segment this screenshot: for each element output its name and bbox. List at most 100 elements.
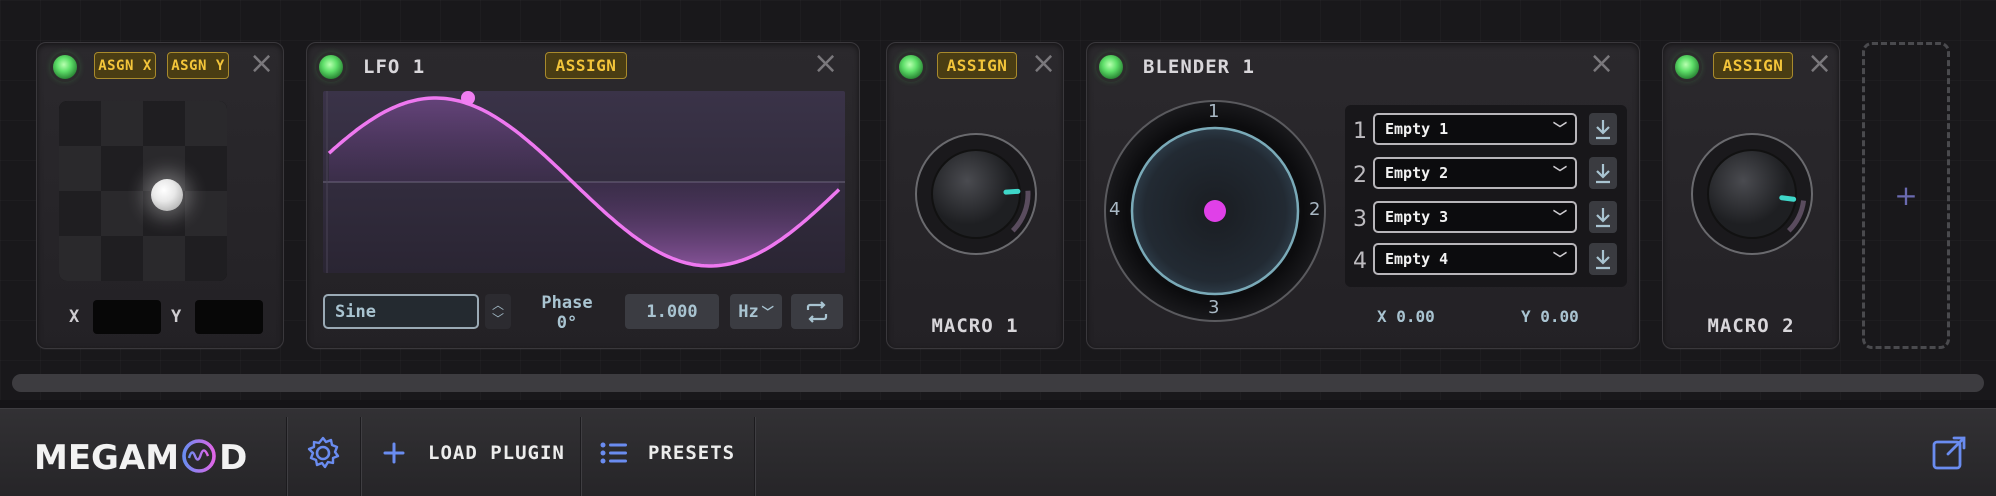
lfo-rate-unit: Hz <box>738 301 759 322</box>
lfo-waveform-svg <box>323 91 845 273</box>
macro-1-knob-svg <box>915 133 1037 255</box>
chevron-down-icon[interactable]: ﹀ <box>492 312 504 326</box>
blender-slot-select-2[interactable]: Empty 2 ﹀ <box>1373 157 1577 189</box>
slot-number: 2 <box>1353 163 1367 188</box>
macro-1-assign-button[interactable]: ASSIGN <box>937 52 1017 79</box>
list-icon <box>600 442 627 464</box>
chevron-up-icon[interactable]: ︿ <box>492 298 504 312</box>
lfo-assign-button[interactable]: ASSIGN <box>545 52 627 79</box>
blender-slot-list: 1 Empty 1 ﹀ 2 Empty 2 ﹀ 3 Empty 3 ﹀ 4 Empty… <box>1345 105 1627 287</box>
download-icon <box>1596 120 1610 140</box>
toolbar-divider <box>360 417 362 496</box>
lfo-phase-label: Phase <box>541 293 593 313</box>
lfo-rate-unit-select[interactable]: Hz ﹀ <box>730 294 782 329</box>
chevron-down-icon: ﹀ <box>1553 166 1567 182</box>
logo-wave-icon <box>182 438 216 473</box>
blender-slot-load-button-3[interactable] <box>1589 201 1617 233</box>
close-icon[interactable]: × <box>1031 49 1056 79</box>
chevron-down-icon: ﹀ <box>1553 210 1567 226</box>
assign-y-button[interactable]: ASGN Y <box>167 52 229 79</box>
lfo-title: LFO 1 <box>363 56 426 78</box>
download-icon <box>1596 164 1610 184</box>
slot-number: 3 <box>1353 207 1367 232</box>
megamod-logo: MEGAM D <box>34 437 248 478</box>
blender-title: BLENDER 1 <box>1143 56 1255 78</box>
blender-slot-select-4[interactable]: Empty 4 ﹀ <box>1373 243 1577 275</box>
download-icon <box>1596 250 1610 270</box>
xy-power-led[interactable] <box>53 55 77 79</box>
blender-slot-select-3[interactable]: Empty 3 ﹀ <box>1373 201 1577 233</box>
blender-pad[interactable]: 1 2 3 4 <box>1103 99 1327 323</box>
close-icon[interactable]: × <box>249 49 274 79</box>
download-icon <box>1596 208 1610 228</box>
close-icon[interactable]: × <box>1807 49 1832 79</box>
macro-1-power-led[interactable] <box>899 55 923 79</box>
macro-1-knob[interactable] <box>913 131 1039 257</box>
blender-pad-svg <box>1104 100 1326 322</box>
lfo-phase-marker[interactable] <box>461 91 475 105</box>
macro-2-label: MACRO 2 <box>1707 315 1795 337</box>
macro-2-knob-indicator <box>1779 195 1797 202</box>
macro-2-knob-svg <box>1691 133 1813 255</box>
slot-value: Empty 4 <box>1385 250 1449 268</box>
blender-position-dot[interactable] <box>1204 200 1226 222</box>
macro-2-module: ASSIGN × MACRO 2 <box>1662 42 1840 349</box>
y-value-field[interactable] <box>195 300 263 334</box>
external-window-icon <box>1932 436 1966 470</box>
presets-button[interactable]: PRESETS <box>600 431 750 475</box>
popout-window-button[interactable] <box>1930 431 1970 475</box>
plus-icon <box>383 442 405 464</box>
logo-text: MEGAM D <box>34 437 248 478</box>
blender-y-coordinate: Y 0.00 <box>1521 307 1579 326</box>
plus-icon: + <box>1894 179 1918 212</box>
blender-ring-label-1: 1 <box>1208 101 1220 122</box>
lfo-wave-fill-positive <box>329 98 839 182</box>
xy-puck[interactable] <box>151 179 183 211</box>
blender-slot-load-button-2[interactable] <box>1589 157 1617 189</box>
lfo-rate-field[interactable]: 1.000 <box>625 294 719 329</box>
gear-icon <box>307 436 340 469</box>
y-label: Y <box>171 307 182 327</box>
slot-number: 1 <box>1353 119 1367 144</box>
macro-1-module: ASSIGN × MACRO 1 <box>886 42 1064 349</box>
blender-slot-load-button-4[interactable] <box>1589 243 1617 275</box>
lfo-shape-stepper[interactable]: ︿ ﹀ <box>485 294 511 329</box>
toolbar-divider <box>580 417 582 496</box>
lfo-power-led[interactable] <box>319 55 343 79</box>
macro-2-assign-button[interactable]: ASSIGN <box>1713 52 1793 79</box>
blender-ring-label-2: 2 <box>1309 199 1321 220</box>
chevron-down-icon: ﹀ <box>1553 252 1567 268</box>
loop-icon <box>806 300 828 323</box>
x-value-field[interactable] <box>93 300 161 334</box>
blender-slot-select-1[interactable]: Empty 1 ﹀ <box>1373 113 1577 145</box>
chevron-down-icon: ﹀ <box>1553 122 1567 138</box>
slot-value: Empty 2 <box>1385 164 1449 182</box>
blender-slot-load-button-1[interactable] <box>1589 113 1617 145</box>
macro-2-knob[interactable] <box>1689 131 1815 257</box>
load-plugin-label: LOAD PLUGIN <box>428 442 565 464</box>
lfo-shape-select[interactable]: Sine <box>323 294 479 329</box>
close-icon[interactable]: × <box>813 49 838 79</box>
horizontal-scrollbar[interactable] <box>12 374 1984 392</box>
blender-ring-label-4: 4 <box>1109 199 1121 220</box>
toolbar-divider <box>754 417 756 496</box>
assign-x-button[interactable]: ASGN X <box>94 52 156 79</box>
x-label: X <box>69 307 80 327</box>
lfo-waveform-display[interactable] <box>323 91 845 273</box>
lfo-shape-value: Sine <box>335 301 376 322</box>
lfo-phase[interactable]: Phase 0° <box>527 293 607 333</box>
macro-1-label: MACRO 1 <box>931 315 1019 337</box>
blender-ring-label-3: 3 <box>1208 297 1220 318</box>
blender-power-led[interactable] <box>1099 55 1123 79</box>
load-plugin-button[interactable]: LOAD PLUGIN <box>382 431 572 475</box>
settings-button[interactable] <box>302 431 344 475</box>
bottom-toolbar: MEGAM D LOAD PLUGIN PRESETS <box>0 408 1996 496</box>
macro-2-power-led[interactable] <box>1675 55 1699 79</box>
lfo-retrigger-button[interactable] <box>791 294 843 329</box>
add-module-slot[interactable]: + <box>1862 42 1950 349</box>
toolbar-divider <box>286 417 288 496</box>
macro-2-knob-cap <box>1707 149 1797 239</box>
close-icon[interactable]: × <box>1589 49 1614 79</box>
blender-module: BLENDER 1 × 1 2 3 4 1 Empty 1 ﹀ 2 Empty … <box>1086 42 1640 349</box>
xy-pad[interactable] <box>59 101 227 281</box>
